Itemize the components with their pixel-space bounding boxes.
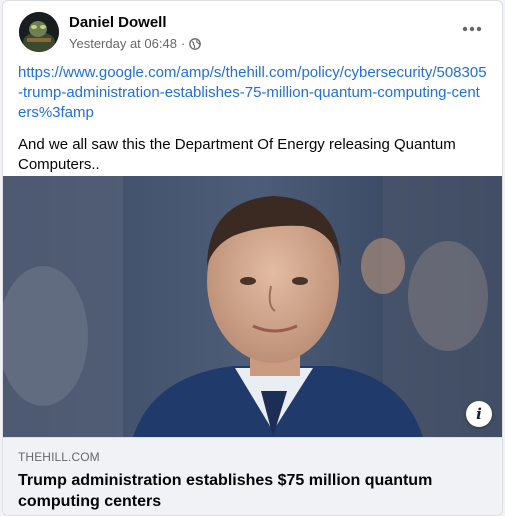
preview-image[interactable]: i (3, 176, 502, 437)
link-preview[interactable]: THEHILL.COM Trump administration establi… (3, 437, 502, 515)
preview-domain: THEHILL.COM (18, 450, 100, 464)
preview-headline[interactable]: Trump administration establishes $75 mil… (18, 470, 484, 512)
avatar[interactable] (19, 12, 59, 52)
post-link[interactable]: https://www.google.com/amp/s/thehill.com… (18, 63, 488, 123)
info-icon: i (476, 405, 482, 423)
info-button[interactable]: i (466, 401, 492, 427)
post-meta: Yesterday at 06:48 · (69, 36, 202, 51)
globe-icon (189, 37, 202, 50)
post-text: https://www.google.com/amp/s/thehill.com… (18, 63, 488, 175)
post-timestamp[interactable]: Yesterday at 06:48 (69, 36, 177, 51)
author-name[interactable]: Daniel Dowell (69, 14, 167, 31)
post-card: Daniel Dowell Yesterday at 06:48 · https… (2, 0, 503, 516)
meta-separator: · (180, 36, 186, 51)
more-options-button[interactable] (456, 17, 488, 41)
post-caption: And we all saw this the Department Of En… (18, 136, 456, 173)
post-header: Daniel Dowell Yesterday at 06:48 · (17, 11, 490, 55)
ellipsis-icon (462, 26, 482, 32)
